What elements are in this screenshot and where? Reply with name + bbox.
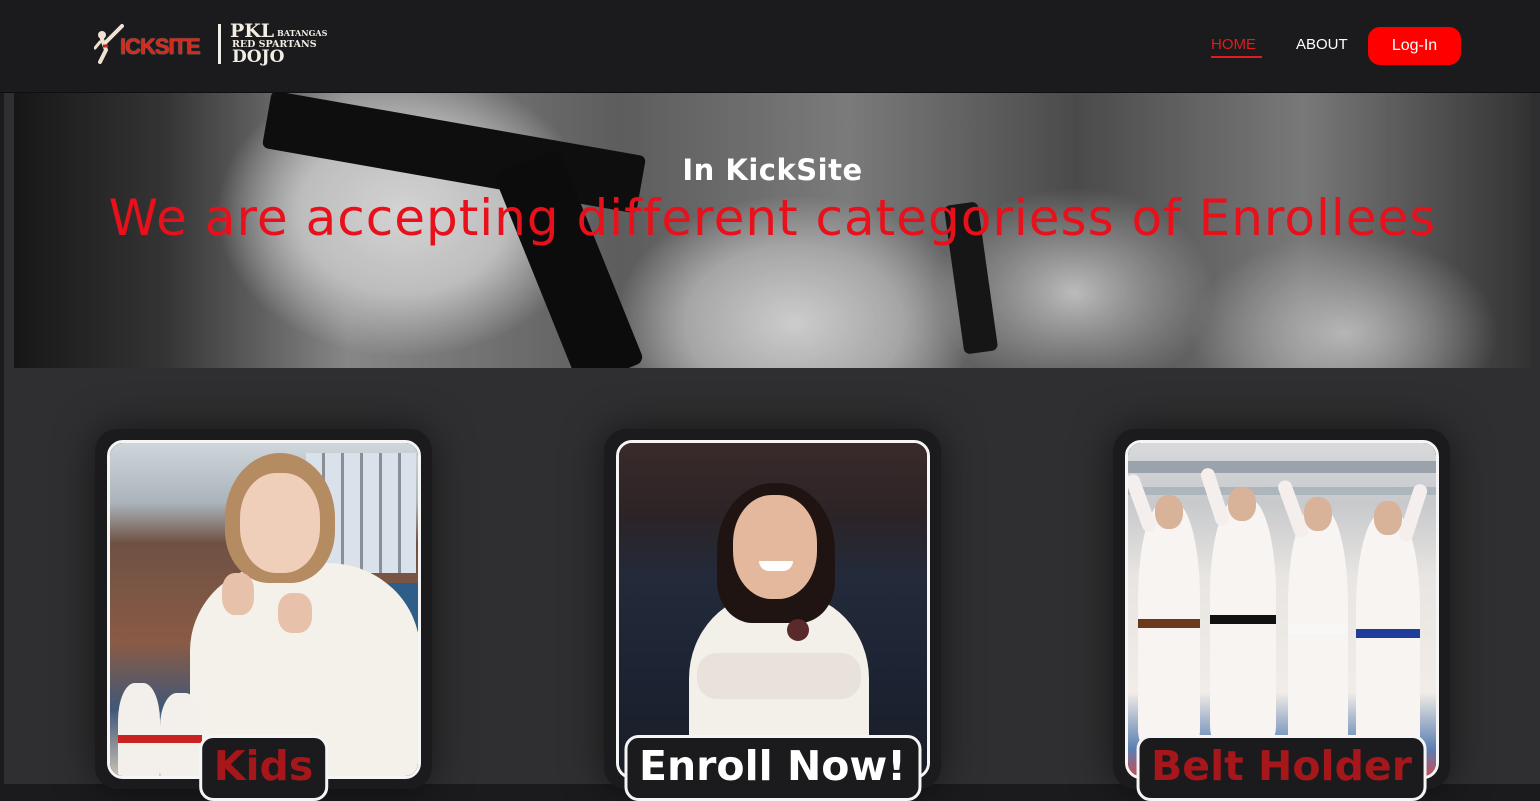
category-card-kids[interactable]: Kids [95, 429, 432, 801]
belt-holder-label[interactable]: Belt Holder [1136, 735, 1427, 801]
hero-banner: In KickSite We are accepting different c… [14, 93, 1531, 368]
belt-holder-photo [1125, 440, 1439, 779]
site-header: ICKSITE PKL BATANGAS RED SPARTANS DOJO H… [0, 0, 1540, 93]
login-button[interactable]: Log-In [1368, 27, 1461, 65]
nav-home-active-indicator [1211, 56, 1262, 58]
enroll-photo [616, 440, 930, 779]
nav-home-link[interactable]: HOME [1211, 36, 1256, 58]
enroll-now-button[interactable]: Enroll Now! [623, 735, 922, 801]
hero-title: We are accepting different categoriess o… [108, 189, 1437, 247]
logo-divider [218, 24, 221, 64]
nav-about-link[interactable]: ABOUT [1296, 36, 1348, 53]
logo-wordmark: ICKSITE [120, 34, 201, 59]
kids-label[interactable]: Kids [198, 735, 329, 801]
logo-dojo: DOJO [232, 47, 285, 67]
category-card-enroll[interactable]: Enroll Now! [604, 429, 941, 801]
logo-batangas: BATANGAS [277, 28, 328, 38]
kids-photo [107, 440, 421, 779]
hero-subtitle: In KickSite [682, 153, 863, 187]
category-card-belt-holder[interactable]: Belt Holder [1113, 429, 1450, 801]
kicksite-logo[interactable]: ICKSITE PKL BATANGAS RED SPARTANS DOJO [94, 22, 336, 66]
